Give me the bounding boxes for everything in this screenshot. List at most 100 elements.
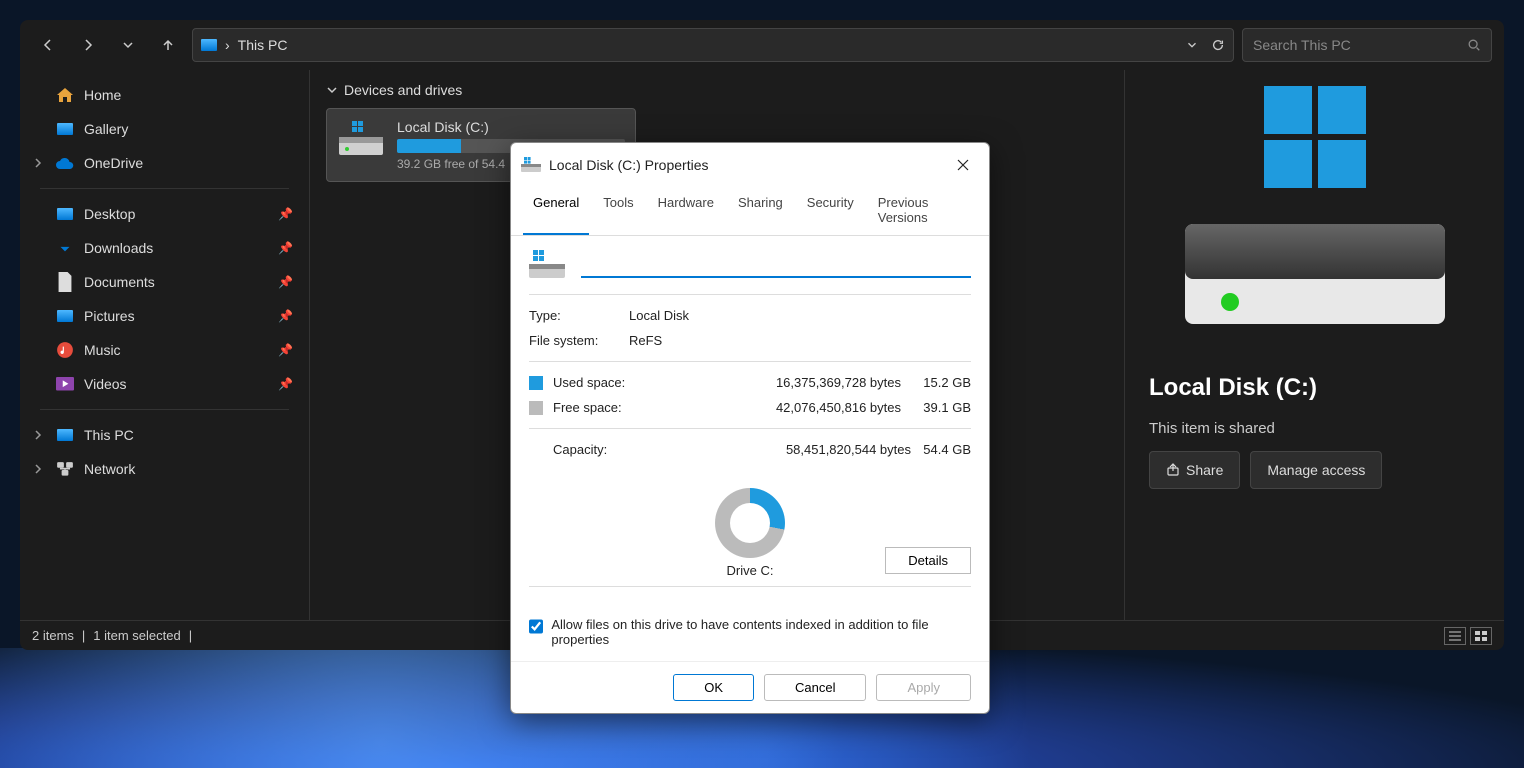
sidebar-label: Downloads [84, 240, 153, 256]
pin-icon: 📌 [278, 241, 293, 255]
sidebar-item-gallery[interactable]: Gallery [20, 112, 309, 146]
forward-button[interactable] [72, 29, 104, 61]
manage-access-label: Manage access [1267, 462, 1365, 478]
home-icon [57, 88, 73, 102]
search-box[interactable] [1242, 28, 1492, 62]
dialog-title: Local Disk (C:) Properties [549, 157, 709, 173]
view-tiles-button[interactable] [1470, 627, 1492, 645]
document-icon [56, 272, 74, 293]
used-color-swatch [529, 376, 543, 390]
up-button[interactable] [152, 29, 184, 61]
cancel-button[interactable]: Cancel [764, 674, 866, 701]
type-label: Type: [529, 308, 629, 323]
free-bytes: 42,076,450,816 bytes [741, 400, 901, 415]
free-gb: 39.1 GB [911, 400, 971, 415]
tab-tools[interactable]: Tools [593, 187, 643, 235]
fs-value: ReFS [629, 333, 662, 348]
share-icon [1166, 463, 1180, 477]
sidebar-label: Pictures [84, 308, 135, 324]
video-icon [56, 377, 74, 391]
drive-large-icon [1180, 204, 1450, 334]
sidebar-item-network[interactable]: Network [20, 452, 309, 486]
dialog-titlebar[interactable]: Local Disk (C:) Properties [511, 143, 989, 187]
used-gb: 15.2 GB [911, 375, 971, 390]
capacity-gb: 54.4 GB [911, 442, 971, 457]
close-icon [957, 159, 969, 171]
section-header-devices[interactable]: Devices and drives [326, 82, 1108, 98]
tab-security[interactable]: Security [797, 187, 864, 235]
apply-button[interactable]: Apply [876, 674, 971, 701]
share-button-label: Share [1186, 462, 1223, 478]
sidebar-item-thispc[interactable]: This PC [20, 418, 309, 452]
tab-hardware[interactable]: Hardware [648, 187, 724, 235]
details-shared-text: This item is shared [1149, 420, 1275, 437]
chevron-down-icon [326, 84, 338, 96]
sidebar-label: Music [84, 342, 121, 358]
manage-access-button[interactable]: Manage access [1250, 451, 1382, 489]
drive-name-input[interactable] [581, 252, 971, 278]
capacity-bytes: 58,451,820,544 bytes [751, 442, 911, 457]
pin-icon: 📌 [278, 343, 293, 357]
tab-general[interactable]: General [523, 187, 589, 235]
drive-icon [529, 250, 565, 280]
view-details-button[interactable] [1444, 627, 1466, 645]
usage-donut-chart [715, 488, 785, 558]
sidebar-label: Home [84, 87, 121, 103]
pin-icon: 📌 [278, 207, 293, 221]
used-bytes: 16,375,369,728 bytes [741, 375, 901, 390]
cloud-icon [56, 157, 74, 169]
index-checkbox-label[interactable]: Allow files on this drive to have conten… [551, 617, 971, 647]
sidebar-item-downloads[interactable]: Downloads 📌 [20, 231, 309, 265]
sidebar-item-music[interactable]: Music 📌 [20, 333, 309, 367]
address-bar[interactable]: › This PC [192, 28, 1234, 62]
chevron-right-icon [32, 429, 44, 441]
close-button[interactable] [947, 151, 979, 179]
sidebar-item-desktop[interactable]: Desktop 📌 [20, 197, 309, 231]
dialog-tabs: General Tools Hardware Sharing Security … [511, 187, 989, 236]
back-button[interactable] [32, 29, 64, 61]
sidebar-label: Desktop [84, 206, 135, 222]
sidebar-item-pictures[interactable]: Pictures📌 [20, 299, 309, 333]
sidebar-item-home[interactable]: Home [20, 78, 309, 112]
download-icon [56, 239, 74, 257]
sidebar-label: OneDrive [84, 155, 143, 171]
chevron-down-icon[interactable] [1185, 38, 1199, 52]
sidebar-item-onedrive[interactable]: OneDrive [20, 146, 309, 180]
sidebar-label: Gallery [84, 121, 128, 137]
sidebar-label: Documents [84, 274, 155, 290]
breadcrumb: This PC [238, 37, 288, 53]
desktop-icon [57, 208, 73, 220]
free-color-swatch [529, 401, 543, 415]
ok-button[interactable]: OK [673, 674, 754, 701]
free-label: Free space: [553, 400, 643, 415]
refresh-icon[interactable] [1211, 38, 1225, 52]
index-checkbox[interactable] [529, 619, 543, 634]
pin-icon: 📌 [278, 275, 293, 289]
gallery-icon [57, 123, 73, 135]
details-pane: Local Disk (C:) This item is shared Shar… [1124, 70, 1504, 620]
search-input[interactable] [1253, 37, 1453, 53]
sidebar-item-documents[interactable]: Documents 📌 [20, 265, 309, 299]
sidebar-label: Videos [84, 376, 127, 392]
share-button[interactable]: Share [1149, 451, 1240, 489]
windows-logo-icon [1264, 86, 1366, 188]
tab-previous-versions[interactable]: Previous Versions [868, 187, 977, 235]
sidebar-item-videos[interactable]: Videos 📌 [20, 367, 309, 401]
chevron-right-icon [32, 463, 44, 475]
recent-dropdown[interactable] [112, 29, 144, 61]
drive-icon [337, 119, 385, 159]
section-header-label: Devices and drives [344, 82, 462, 98]
drive-label: Drive C: [727, 563, 774, 578]
pin-icon: 📌 [278, 377, 293, 391]
status-sep: | [189, 628, 192, 643]
pc-icon [201, 39, 217, 51]
sidebar-label: Network [84, 461, 135, 477]
details-button[interactable]: Details [885, 547, 971, 574]
pictures-icon [57, 310, 73, 322]
used-label: Used space: [553, 375, 643, 390]
type-value: Local Disk [629, 308, 689, 323]
sidebar: Home Gallery OneDrive Desktop 📌 Downloads… [20, 70, 310, 620]
details-drive-name: Local Disk (C:) [1149, 374, 1317, 402]
network-icon [56, 461, 74, 477]
tab-sharing[interactable]: Sharing [728, 187, 793, 235]
